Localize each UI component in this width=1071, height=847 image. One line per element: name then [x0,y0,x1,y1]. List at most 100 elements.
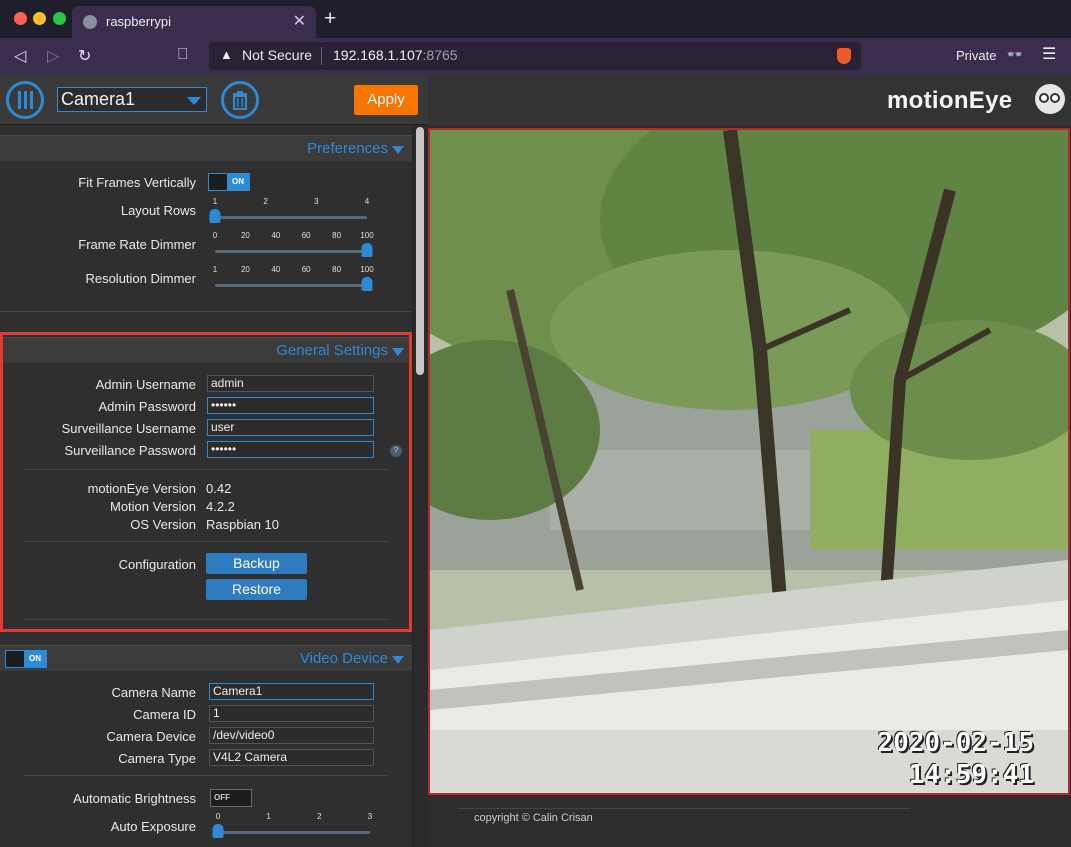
camera-frame[interactable]: 2020-02-15 14:59:41 [428,128,1070,795]
video-device-toggle[interactable]: ON [5,650,47,668]
surveillance-username-input[interactable]: user [207,419,374,436]
close-tab-icon[interactable]: ✕ [293,11,306,31]
url-port: :8765 [422,47,458,63]
zoom-window-button[interactable] [53,12,66,25]
resolution-slider[interactable]: 1 20 40 60 80 100 [213,265,374,295]
general-settings-header[interactable]: General Settings [0,337,412,363]
camera-type-label: Camera Type [118,751,196,766]
frame-rate-tick-label: 20 [240,231,250,240]
camera-select-value: Camera1 [61,89,136,109]
auto-exposure-handle[interactable] [212,824,224,838]
frame-rate-track[interactable] [215,250,367,253]
general-divider-3 [24,619,388,620]
os-version-label: OS Version [130,517,196,532]
resolution-handle[interactable] [361,277,373,291]
close-window-button[interactable] [14,12,27,25]
tab-title: raspberrypi [106,14,172,29]
resolution-tick-label: 20 [240,265,250,274]
resolution-track[interactable] [215,284,367,287]
warning-icon: ▲ [220,47,233,62]
layout-rows-tick-label: 2 [263,197,268,206]
frame-rate-tick-label: 100 [360,231,374,240]
video-divider [24,775,388,776]
frame-rate-slider[interactable]: 0 20 40 60 80 100 [212,231,374,261]
camera-feed-image [430,130,1068,793]
columns-icon [18,91,33,109]
auto-brightness-toggle[interactable]: OFF [210,789,252,807]
preferences-title: Preferences [307,140,388,157]
camera-area: motionEye 2020-02-15 14:59:41 copyright … [428,75,1071,847]
new-tab-icon[interactable]: + [324,7,336,31]
frame-rate-tick-label: 0 [212,231,218,240]
auto-exposure-tick-label: 3 [367,812,373,821]
timestamp-date: 2020-02-15 [877,728,1034,758]
auto-exposure-ticks: 0 1 2 3 [215,812,373,822]
video-device-title: Video Device [299,650,388,667]
preferences-header[interactable]: Preferences [0,135,412,161]
browser-tab[interactable]: raspberrypi ✕ [72,6,316,38]
frame-rate-ticks: 0 20 40 60 80 100 [212,231,374,241]
bookmark-icon[interactable]: ⎕ [178,46,188,64]
configuration-label: Configuration [118,557,196,572]
video-device-header[interactable]: ON Video Device [0,645,412,671]
scrollbar-thumb[interactable] [416,127,424,375]
layout-rows-ticks: 1 2 3 4 [213,197,370,207]
auto-exposure-track[interactable] [218,831,370,834]
url-host: 192.168.1.107 [333,47,423,63]
admin-password-input[interactable]: •••••• [207,397,374,414]
auto-exposure-label: Auto Exposure [110,819,196,834]
restore-button[interactable]: Restore [206,579,307,600]
timestamp-time: 14:59:41 [908,760,1034,790]
url-text: 192.168.1.107:8765 [333,47,458,63]
menu-icon[interactable]: ☰ [1042,44,1056,64]
back-icon[interactable]: ◁ [14,46,26,66]
resolution-ticks: 1 20 40 60 80 100 [213,265,374,275]
auto-brightness-label: Automatic Brightness [73,791,196,806]
layout-rows-track[interactable] [215,216,367,219]
chevron-down-icon [392,656,404,664]
toggle-settings-button[interactable] [6,81,44,119]
minimize-window-button[interactable] [33,12,46,25]
reload-icon[interactable]: ↻ [78,46,91,66]
frame-rate-handle[interactable] [361,243,373,257]
app-header: motionEye [428,75,1071,125]
address-bar[interactable]: ▲ Not Secure 192.168.1.107:8765 [209,42,861,70]
private-glasses-icon: 👓 [1006,46,1024,62]
admin-username-label: Admin Username [95,377,196,392]
apply-button[interactable]: Apply [354,85,418,115]
backup-button[interactable]: Backup [206,553,307,574]
motioneye-version-label: motionEye Version [87,481,196,496]
motioneye-logo: motionEye [887,87,1013,114]
layout-rows-slider[interactable]: 1 2 3 4 [209,197,370,227]
admin-username-input[interactable]: admin [207,375,374,392]
camera-id-value: 1 [209,705,374,722]
layout-rows-handle[interactable] [209,209,221,223]
browser-toolbar: ◁ ▷ ↻ ⎕ ▲ Not Secure 192.168.1.107:8765 … [0,38,1071,75]
remove-camera-button[interactable] [221,81,259,119]
auto-exposure-slider[interactable]: 0 1 2 3 [212,812,373,842]
chevron-down-icon [392,348,404,356]
layout-rows-tick-label: 3 [314,197,319,206]
raspberry-favicon-icon [83,15,97,29]
forward-icon[interactable]: ▷ [47,46,59,66]
frame-rate-tick-label: 60 [301,231,311,240]
browser-titlebar: raspberrypi ✕ + [0,0,1071,38]
general-settings-title: General Settings [276,342,388,359]
address-separator [321,47,322,65]
copyright-text: copyright © Calin Crisan [474,812,593,824]
surveillance-password-input[interactable]: •••••• [207,441,374,458]
motion-version-value: 4.2.2 [206,499,235,514]
trash-icon [233,91,247,110]
camera-name-input[interactable]: Camera1 [209,683,374,700]
layout-rows-tick-label: 4 [364,197,370,206]
help-icon[interactable]: ? [390,445,402,457]
auto-exposure-tick-label: 0 [215,812,221,821]
camera-device-label: Camera Device [106,729,196,744]
fit-frames-toggle[interactable]: ON [208,173,250,191]
motion-version-label: Motion Version [110,499,196,514]
camera-type-value: V4L2 Camera [209,749,374,766]
camera-name-label: Camera Name [111,685,196,700]
camera-select[interactable]: Camera1 [57,87,207,112]
surveillance-password-label: Surveillance Password [64,443,196,458]
brave-shield-icon[interactable] [837,48,851,64]
